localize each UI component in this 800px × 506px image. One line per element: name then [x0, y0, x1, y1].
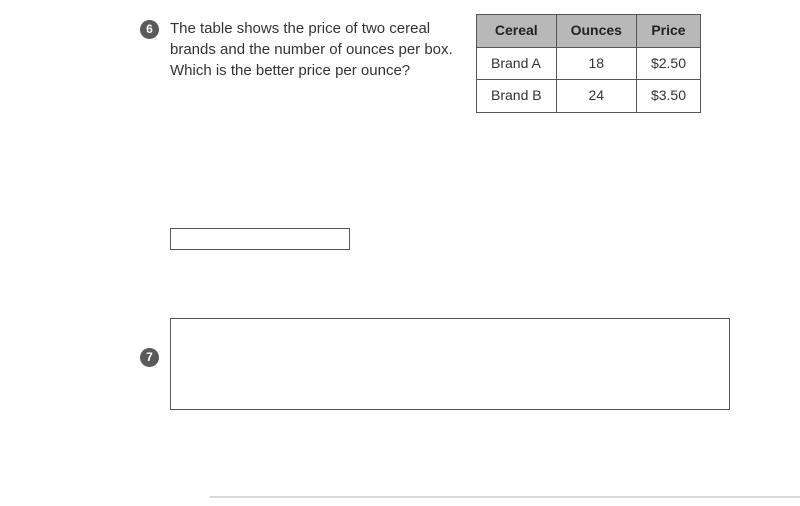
cell-ounces: 18 [556, 47, 636, 80]
cell-brand: Brand A [477, 47, 557, 80]
problem-6-text: The table shows the price of two cereal … [170, 18, 460, 81]
answer-input-long[interactable] [170, 318, 730, 410]
table-header-row: Cereal Ounces Price [477, 15, 701, 48]
cell-price: $2.50 [636, 47, 700, 80]
col-header-price: Price [636, 15, 700, 48]
problem-number-badge: 6 [140, 20, 159, 39]
footer-divider [210, 496, 800, 498]
problem-number-badge: 7 [140, 348, 159, 367]
col-header-cereal: Cereal [477, 15, 557, 48]
col-header-ounces: Ounces [556, 15, 636, 48]
table-row: Brand A 18 $2.50 [477, 47, 701, 80]
